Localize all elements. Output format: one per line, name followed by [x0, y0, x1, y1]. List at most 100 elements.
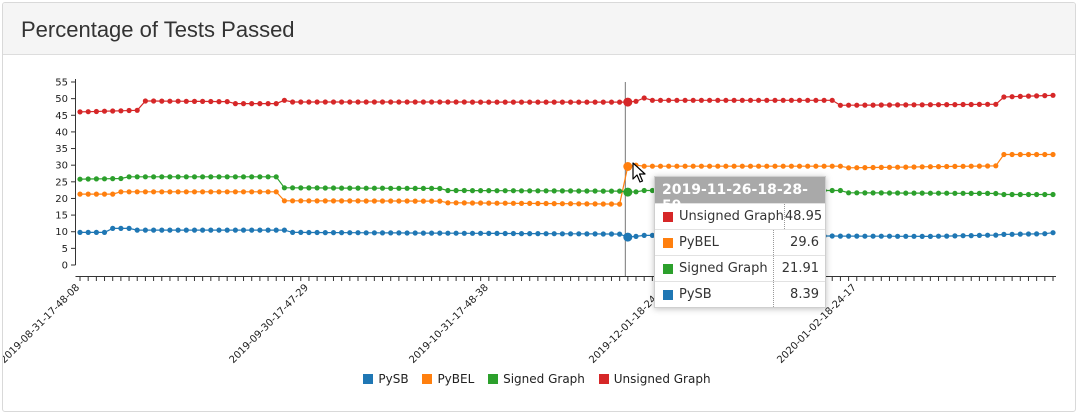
data-point — [1001, 231, 1007, 237]
data-point — [412, 198, 418, 204]
data-point — [1034, 93, 1040, 99]
line-chart[interactable]: 0 5 10 15 20 25 30 35 40 45 50 55 2019-08-31-17-48-0… — [0, 0, 1080, 418]
data-point — [518, 99, 525, 105]
data-point — [944, 163, 950, 170]
data-point — [559, 201, 566, 207]
data-point — [985, 190, 991, 196]
data-point — [273, 227, 279, 233]
data-point — [249, 101, 255, 107]
data-point — [85, 109, 91, 115]
data-point — [257, 227, 263, 233]
data-point — [339, 230, 345, 236]
tooltip-row: PySB 8.39 — [655, 281, 825, 307]
data-point — [134, 107, 140, 113]
data-point — [494, 200, 500, 206]
data-point — [608, 231, 615, 237]
data-point — [461, 230, 467, 236]
data-point — [412, 230, 418, 236]
data-point — [371, 198, 377, 204]
data-point — [968, 190, 974, 196]
data-point — [837, 102, 844, 108]
data-point — [363, 198, 369, 204]
data-point — [339, 99, 345, 105]
data-point — [886, 233, 893, 239]
data-point — [535, 231, 541, 237]
tooltip-series-name: PyBEL — [679, 230, 774, 255]
data-point — [707, 163, 713, 169]
data-point — [510, 200, 516, 206]
data-point — [559, 99, 566, 105]
data-point — [985, 101, 991, 107]
data-point — [960, 190, 966, 196]
data-point — [159, 98, 165, 104]
y-tick-label: 0 — [62, 261, 68, 272]
data-point — [249, 227, 255, 233]
legend-label: Signed Graph — [503, 372, 585, 386]
data-point — [85, 229, 91, 235]
data-point — [240, 174, 247, 180]
data-point — [764, 97, 770, 103]
data-point — [993, 163, 999, 169]
data-point — [756, 97, 762, 103]
data-point — [273, 174, 279, 180]
data-point — [535, 200, 541, 207]
data-point — [657, 97, 664, 103]
data-point — [1025, 151, 1032, 158]
legend-item-pysb[interactable]: PySB — [363, 372, 409, 386]
data-point — [551, 188, 557, 194]
x-tick-label: 2019-10-31-17-48-38 — [407, 282, 491, 366]
data-point — [330, 99, 337, 105]
data-point — [175, 98, 181, 104]
data-point — [927, 102, 934, 108]
data-point — [623, 232, 633, 242]
data-point — [314, 229, 320, 236]
data-point — [167, 189, 173, 195]
data-point — [110, 176, 116, 182]
data-point — [240, 101, 247, 107]
data-point — [494, 99, 500, 105]
legend-item-pybel[interactable]: PyBEL — [422, 372, 474, 386]
data-point — [715, 163, 721, 169]
data-point — [347, 185, 353, 191]
data-point — [208, 174, 214, 180]
data-point — [903, 190, 909, 196]
data-point — [445, 99, 451, 105]
data-point — [715, 97, 721, 103]
data-point — [608, 99, 615, 105]
data-point — [985, 163, 991, 169]
data-point — [821, 97, 827, 103]
data-point — [527, 99, 533, 105]
data-point — [895, 164, 901, 170]
data-point — [837, 163, 844, 169]
data-point — [396, 99, 402, 105]
data-point — [584, 231, 590, 237]
data-point — [469, 200, 476, 206]
data-point — [592, 231, 598, 237]
y-tick-label: 55 — [55, 78, 68, 89]
y-tick-label: 20 — [55, 194, 68, 205]
data-point — [854, 190, 860, 196]
series-signed-graph — [77, 174, 1056, 198]
data-point — [1009, 94, 1015, 100]
data-point — [200, 174, 206, 180]
data-point — [469, 230, 476, 236]
series-pysb — [77, 225, 1056, 242]
data-point — [895, 102, 901, 108]
data-point — [486, 188, 492, 194]
data-point — [183, 227, 189, 233]
data-point — [437, 230, 443, 236]
data-point — [265, 189, 271, 195]
data-point — [568, 188, 574, 194]
legend-item-unsigned-graph[interactable]: Unsigned Graph — [598, 372, 711, 386]
data-point — [494, 188, 500, 194]
data-point — [993, 101, 999, 107]
data-point — [1042, 93, 1048, 99]
data-point — [1017, 93, 1023, 99]
data-point — [813, 163, 819, 169]
legend-item-signed-graph[interactable]: Signed Graph — [488, 372, 585, 386]
data-point — [985, 232, 991, 238]
data-point — [780, 163, 786, 169]
data-point — [870, 233, 876, 239]
data-point — [93, 176, 99, 182]
data-point — [314, 185, 320, 191]
